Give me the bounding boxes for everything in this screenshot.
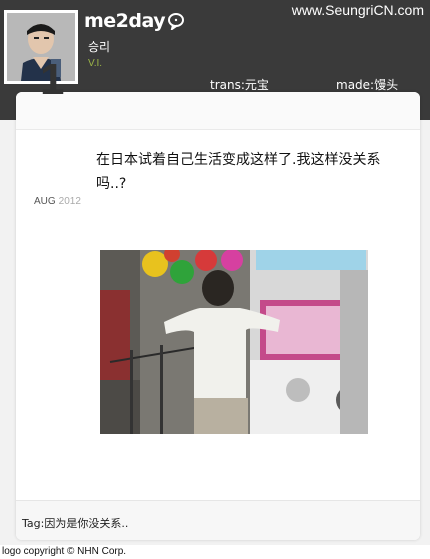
brand-name: me2day <box>84 10 166 32</box>
translator-credit: trans:元宝 <box>210 78 269 92</box>
copyright-text: logo copyright © NHN Corp. <box>2 546 127 557</box>
username[interactable]: 승리 <box>88 38 110 55</box>
brand-logo[interactable]: me2day <box>84 10 185 32</box>
post-date-month: AUG 2012 <box>34 196 81 207</box>
user-subtitle: V.I. <box>88 58 103 69</box>
speech-bubble-icon <box>167 12 185 32</box>
footer: logo copyright © NHN Corp. <box>0 545 430 559</box>
post-photo[interactable] <box>100 250 368 434</box>
tag-bar: Tag:因为是你没关系.. <box>16 500 420 540</box>
year-label: 2012 <box>58 196 81 207</box>
arcade-dance-game-photo <box>100 250 368 434</box>
month-label: AUG <box>34 196 56 207</box>
post-date-day: 1 <box>40 55 65 104</box>
post-text: 在日本试着自己生活变成这样了.我这样没关系吗..? <box>96 152 381 192</box>
card-top-strip <box>16 92 420 130</box>
watermark: www.SeungriCN.com <box>291 2 424 18</box>
maker-credit: made:馒头 <box>336 78 399 92</box>
tag-text[interactable]: Tag:因为是你没关系.. <box>22 515 128 531</box>
